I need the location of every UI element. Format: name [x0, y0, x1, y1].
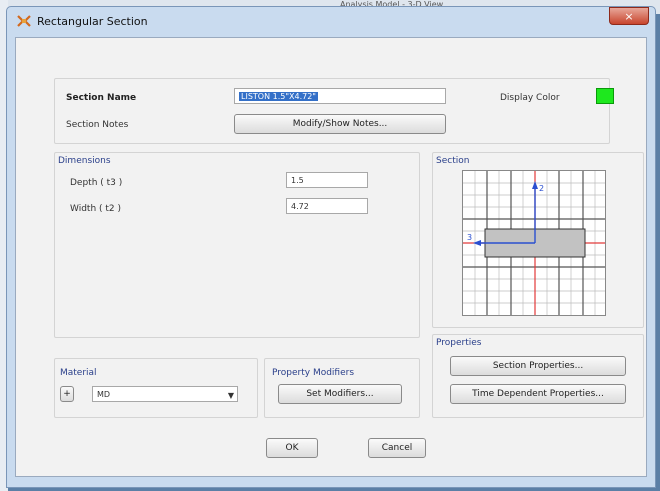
property-modifiers-title: Property Modifiers — [272, 368, 355, 378]
etabs-section-icon — [17, 15, 31, 27]
time-dependent-properties-button[interactable]: Time Dependent Properties... — [450, 384, 626, 404]
axis-2-label: 2 — [539, 184, 544, 193]
material-title: Material — [60, 368, 97, 378]
section-properties-button[interactable]: Section Properties... — [450, 356, 626, 376]
depth-input[interactable]: 1.5 — [286, 172, 368, 188]
rectangular-section-dialog: Rectangular Section × Section Name LISTO… — [6, 6, 656, 488]
section-name-value: LISTON 1.5"X4.72" — [239, 92, 318, 101]
cancel-button[interactable]: Cancel — [368, 438, 426, 458]
dialog-title: Rectangular Section — [37, 15, 148, 28]
axis-2-arrowhead — [532, 181, 538, 189]
add-material-button[interactable]: + — [60, 386, 74, 402]
section-preview-drawing: 2 3 — [463, 171, 605, 315]
set-modifiers-button[interactable]: Set Modifiers... — [278, 384, 402, 404]
section-name-label: Section Name — [66, 93, 137, 103]
width-input[interactable]: 4.72 — [286, 198, 368, 214]
width-label: Width ( t2 ) — [70, 204, 122, 214]
properties-title: Properties — [436, 338, 482, 348]
close-icon: × — [624, 10, 634, 23]
section-preview: 2 3 — [462, 170, 606, 316]
close-button[interactable]: × — [609, 7, 649, 25]
chevron-down-icon: ▼ — [227, 391, 234, 400]
section-name-input[interactable]: LISTON 1.5"X4.72" — [234, 88, 446, 104]
axis-3-arrowhead — [473, 240, 481, 246]
material-select[interactable]: MD ▼ — [92, 386, 238, 402]
axis-3-label: 3 — [467, 233, 472, 242]
section-preview-title: Section — [436, 156, 470, 166]
depth-label: Depth ( t3 ) — [70, 178, 123, 188]
dimensions-title: Dimensions — [58, 156, 111, 166]
title-bar[interactable]: Rectangular Section × — [7, 7, 655, 35]
material-selected-value: MD — [97, 390, 111, 399]
dialog-body: Section Name LISTON 1.5"X4.72" Display C… — [15, 37, 647, 477]
ok-button[interactable]: OK — [266, 438, 318, 458]
modify-show-notes-button[interactable]: Modify/Show Notes... — [234, 114, 446, 134]
display-color-label: Display Color — [500, 93, 560, 103]
display-color-swatch[interactable] — [596, 88, 614, 104]
section-notes-label: Section Notes — [66, 120, 129, 130]
